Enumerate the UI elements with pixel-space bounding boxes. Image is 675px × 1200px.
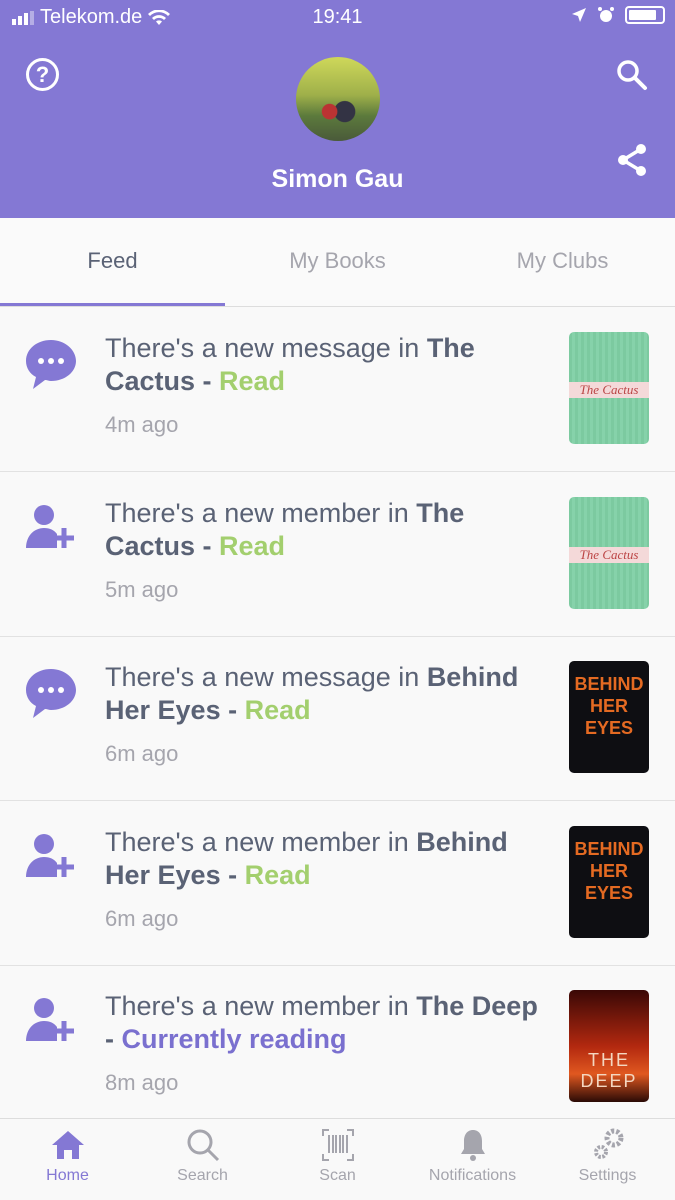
feed-item[interactable]: There's a new member in The Deep - Curre… <box>0 965 675 1130</box>
timestamp: 5m ago <box>105 576 179 602</box>
book-cover[interactable]: BEHIND HER EYES <box>569 825 649 938</box>
tabbar-notifications[interactable]: Notifications <box>405 1119 540 1200</box>
user-name: Simon Gau <box>271 165 404 193</box>
feed-item-text: There's a new member in The Cactus - Rea… <box>105 497 550 563</box>
bottom-tab-bar: Home Search Scan Notifications Settings <box>0 1118 675 1200</box>
status-bar: Telekom.de 19:41 <box>0 4 675 32</box>
tab-bar-top: Feed My Books My Clubs <box>0 218 675 307</box>
share-icon[interactable] <box>615 143 649 177</box>
alarm-icon <box>598 7 614 22</box>
book-title[interactable]: The Deep <box>416 991 538 1021</box>
reading-status: Read <box>219 366 286 396</box>
chat-bubble-icon <box>24 666 78 720</box>
add-user-icon <box>24 502 78 556</box>
avatar[interactable] <box>296 57 380 141</box>
search-icon <box>187 1129 219 1162</box>
book-cover[interactable]: The Cactus <box>569 496 649 609</box>
book-cover[interactable]: BEHIND HER EYES <box>569 661 649 773</box>
separator: - <box>195 530 220 561</box>
search-icon[interactable] <box>615 58 649 92</box>
feed-item-text: There's a new member in Behind Her Eyes … <box>105 826 550 892</box>
timestamp: 6m ago <box>105 741 179 766</box>
profile-header: Telekom.de 19:41 ? Simon Gau <box>0 0 675 218</box>
tabbar-label: Settings <box>578 1167 637 1184</box>
separator: - <box>220 695 245 725</box>
tabbar-settings[interactable]: Settings <box>540 1119 675 1200</box>
feed-item[interactable]: There's a new message in The Cactus - Re… <box>0 307 675 472</box>
tabbar-label: Home <box>46 1167 89 1184</box>
tab-my-books[interactable]: My Books <box>225 218 450 306</box>
feed-item-text: There's a new message in The Cactus - Re… <box>105 332 550 398</box>
feed-item[interactable]: There's a new member in Behind Her Eyes … <box>0 801 675 966</box>
chat-bubble-icon <box>24 337 78 391</box>
home-icon <box>51 1131 84 1159</box>
book-cover[interactable]: THE DEEP <box>569 990 649 1102</box>
reading-status: Currently reading <box>121 1024 347 1054</box>
book-cover[interactable]: The Cactus <box>569 332 649 444</box>
timestamp: 6m ago <box>105 905 179 931</box>
help-icon[interactable]: ? <box>26 58 59 91</box>
reading-status: Read <box>244 695 311 725</box>
reading-status: Read <box>244 859 311 890</box>
feed-item[interactable]: There's a new message in Behind Her Eyes… <box>0 636 675 801</box>
feed-item-text: There's a new member in The Deep - Curre… <box>105 990 550 1056</box>
tab-my-clubs[interactable]: My Clubs <box>450 218 675 306</box>
separator: - <box>195 366 220 396</box>
tabbar-home[interactable]: Home <box>0 1119 135 1200</box>
feed-message: There's a new member in <box>105 991 417 1021</box>
tabbar-scan[interactable]: Scan <box>270 1119 405 1200</box>
timestamp: 8m ago <box>105 1070 179 1095</box>
barcode-icon <box>321 1129 354 1161</box>
feed-message: There's a new member in <box>105 497 417 528</box>
feed-item[interactable]: There's a new member in The Cactus - Rea… <box>0 472 675 637</box>
separator: - <box>105 1024 122 1054</box>
gears-icon <box>593 1128 623 1159</box>
feed-message: There's a new member in <box>105 826 417 857</box>
add-user-icon <box>24 831 78 885</box>
tabbar-label: Notifications <box>428 1167 517 1184</box>
feed-message: There's a new message in <box>105 662 427 692</box>
bell-icon <box>460 1130 485 1161</box>
separator: - <box>220 859 245 890</box>
tabbar-label: Scan <box>319 1167 356 1184</box>
feed-message: There's a new message in <box>105 333 427 363</box>
tabbar-search[interactable]: Search <box>135 1119 270 1200</box>
tabbar-label: Search <box>177 1167 228 1184</box>
reading-status: Read <box>219 530 286 561</box>
tab-feed[interactable]: Feed <box>0 218 225 306</box>
timestamp: 4m ago <box>105 412 179 437</box>
feed-item-text: There's a new message in Behind Her Eyes… <box>105 661 550 727</box>
location-icon <box>572 8 586 22</box>
battery-icon <box>625 6 665 24</box>
add-user-icon <box>24 995 78 1049</box>
